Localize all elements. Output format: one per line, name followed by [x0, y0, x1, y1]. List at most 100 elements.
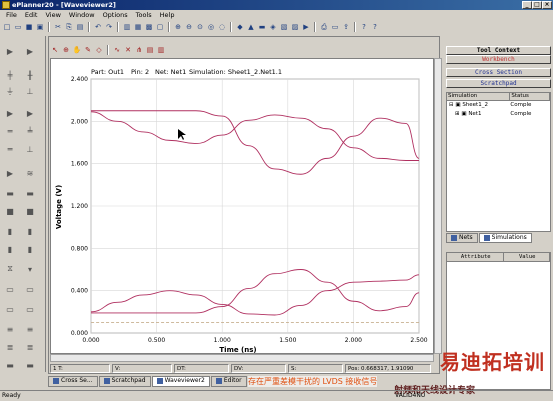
tab-simulations[interactable]: Simulations [478, 233, 532, 243]
cut-icon[interactable]: ✂ [53, 22, 63, 32]
cross-section-button[interactable]: Cross Section [446, 68, 551, 77]
bus-icon[interactable]: ▭ [4, 304, 16, 314]
package-icon[interactable]: ■ [24, 206, 36, 216]
save-all-icon[interactable]: ▣ [35, 22, 45, 32]
preview-icon[interactable]: ▭ [330, 22, 340, 32]
zoom-in-icon[interactable]: ⊕ [173, 22, 183, 32]
via-icon[interactable]: ⊥ [24, 144, 36, 154]
waveform-plot[interactable]: Part: Out1 Pin: 2 Net: Net1 Simulation: … [50, 58, 434, 354]
tab-waveviewer2[interactable]: Waveviewer2 [151, 375, 210, 387]
plot-vertical-scrollbar[interactable] [434, 58, 442, 354]
scratchpad-button[interactable]: Scratchpad [446, 79, 551, 88]
menu-window[interactable]: Window [65, 11, 99, 19]
window-icon[interactable]: ▢ [155, 22, 165, 32]
zoom-prev-icon[interactable]: ◌ [217, 22, 227, 32]
diode-icon[interactable]: ▾ [24, 264, 36, 274]
new-file-icon[interactable]: □ [2, 22, 12, 32]
tab-scratchpad[interactable]: Scratchpad [98, 375, 151, 387]
diff-driver-icon[interactable]: ≋ [24, 168, 36, 178]
stack2-icon[interactable]: ≣ [24, 342, 36, 352]
component-icon[interactable]: ▲ [246, 22, 256, 32]
tab-cross-section[interactable]: Cross Se... [48, 375, 98, 387]
receiver-icon[interactable]: ▶ [4, 108, 16, 118]
redo-icon[interactable]: ↷ [104, 22, 114, 32]
hand-icon[interactable]: ✋ [72, 45, 82, 55]
zoom-icon[interactable]: ⊕ [61, 45, 71, 55]
cable-icon[interactable]: ▮ [24, 226, 36, 236]
wire-icon[interactable]: ▬ [257, 22, 267, 32]
column-value[interactable]: Value [504, 253, 550, 261]
connector-icon[interactable]: ■ [4, 206, 16, 216]
plot-horizontal-scrollbar[interactable] [50, 354, 434, 362]
eye-icon[interactable]: ▤ [145, 45, 155, 55]
layout-icon[interactable]: ▦ [133, 22, 143, 32]
select-arrow-icon[interactable]: ↖ [50, 45, 60, 55]
probe-icon[interactable]: ▭ [24, 284, 36, 294]
switch-icon[interactable]: ▭ [4, 284, 16, 294]
lossy-tline-icon[interactable]: ▬ [24, 188, 36, 198]
open-folder-icon[interactable]: ▭ [13, 22, 23, 32]
overshoot-icon[interactable]: ∿ [112, 45, 122, 55]
waveform-icon[interactable]: ⋔ [134, 45, 144, 55]
column-status[interactable]: Status [510, 93, 550, 100]
plane2-icon[interactable]: ▬ [24, 360, 36, 370]
source-icon[interactable]: ⊥ [24, 86, 36, 96]
expand-icon[interactable]: ⊞ [455, 111, 460, 117]
zoom-area-icon[interactable]: ◎ [206, 22, 216, 32]
capacitor-icon[interactable]: ╫ [24, 70, 36, 80]
zoom-out-icon[interactable]: ⊖ [184, 22, 194, 32]
driver-icon[interactable]: ▶ [24, 46, 36, 56]
fft-icon[interactable]: ▥ [156, 45, 166, 55]
eraser-icon[interactable]: ◇ [94, 45, 104, 55]
bus2-icon[interactable]: ▭ [24, 304, 36, 314]
close-button[interactable]: × [542, 1, 552, 9]
maximize-button[interactable]: □ [532, 1, 542, 9]
print-icon[interactable]: ⎙ [319, 22, 329, 32]
grid-icon[interactable]: ▩ [144, 22, 154, 32]
diff-receiver-icon[interactable]: ▶ [24, 108, 36, 118]
menu-help[interactable]: Help [156, 11, 179, 19]
ground-icon[interactable]: ⏚ [4, 86, 16, 96]
ibis-icon[interactable]: ▮ [4, 244, 16, 254]
minimize-button[interactable]: _ [522, 1, 532, 9]
column-simulation[interactable]: Simulation [447, 93, 511, 100]
copy-icon[interactable]: ⎘ [64, 22, 74, 32]
simulate-icon[interactable]: ▶ [301, 22, 311, 32]
tline-icon[interactable]: ▬ [4, 188, 16, 198]
menu-file[interactable]: File [2, 11, 21, 19]
buffer-icon[interactable]: ▶ [4, 46, 16, 56]
zoom-fit-icon[interactable]: ⊙ [195, 22, 205, 32]
menu-tools[interactable]: Tools [132, 11, 156, 19]
measure-icon[interactable]: ✎ [83, 45, 93, 55]
properties-icon[interactable]: ▨ [290, 22, 300, 32]
undo-icon[interactable]: ↶ [93, 22, 103, 32]
stack-icon[interactable]: ≣ [4, 342, 16, 352]
multi-line2-icon[interactable]: ≡ [24, 324, 36, 334]
menu-view[interactable]: View [41, 11, 64, 19]
menu-edit[interactable]: Edit [21, 11, 42, 19]
stub-icon[interactable]: ▮ [4, 226, 16, 236]
help-icon[interactable]: ? [359, 22, 369, 32]
menu-options[interactable]: Options [99, 11, 132, 19]
panel-icon[interactable]: ▥ [122, 22, 132, 32]
collapse-icon[interactable]: ⊟ [449, 102, 454, 108]
plane-icon[interactable]: ▬ [4, 360, 16, 370]
layer-icon[interactable]: ▧ [279, 22, 289, 32]
clamp-icon[interactable]: ⧖ [4, 264, 16, 274]
route-icon[interactable]: ◆ [235, 22, 245, 32]
inductor-icon[interactable]: ═ [4, 126, 16, 136]
export-icon[interactable]: ⇪ [341, 22, 351, 32]
spice-icon[interactable]: ▮ [24, 244, 36, 254]
net-icon[interactable]: ◈ [268, 22, 278, 32]
tool-context-header[interactable]: Tool Context [446, 46, 551, 55]
termination-icon[interactable]: ╧ [24, 126, 36, 136]
tab-editor[interactable]: Editor [210, 375, 247, 387]
multi-line-icon[interactable]: ≡ [4, 324, 16, 334]
save-icon[interactable]: ■ [24, 22, 34, 32]
tree-row[interactable]: ⊟ ▣ Sheet1_2 Comple [447, 101, 550, 110]
paste-icon[interactable]: ▤ [75, 22, 85, 32]
tree-row[interactable]: ⊞ ▣ Net1 Comple [447, 110, 550, 119]
resistor-icon[interactable]: ╪ [4, 70, 16, 80]
column-attribute[interactable]: Attribute [447, 253, 505, 261]
transmitter-icon[interactable]: ▶ [4, 168, 16, 178]
